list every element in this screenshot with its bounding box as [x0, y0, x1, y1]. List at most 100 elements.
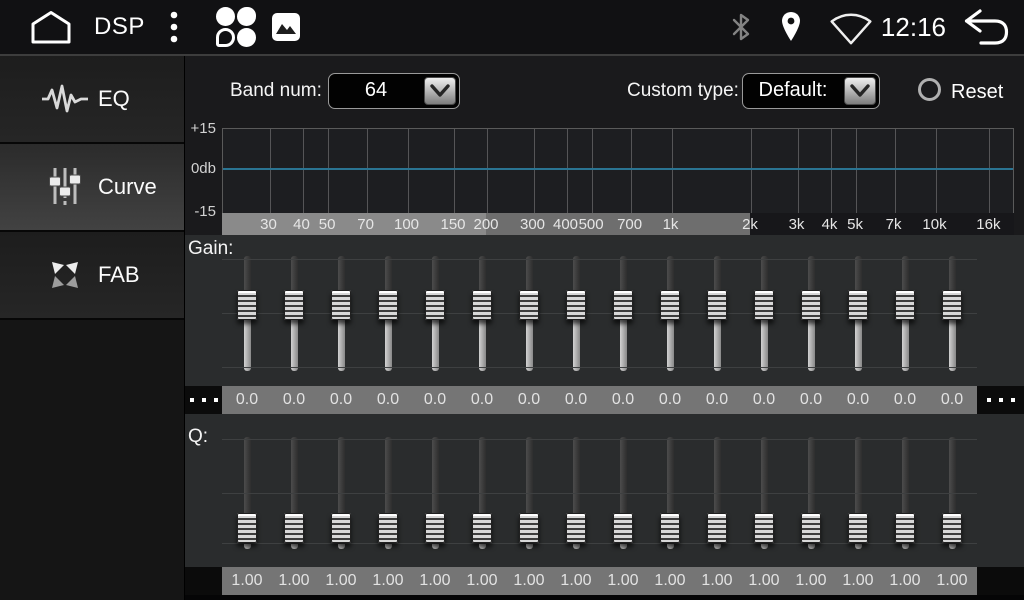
q-value: 1.00 [412, 567, 459, 595]
waveform-icon [42, 79, 88, 119]
gain-slider[interactable] [519, 256, 539, 371]
clover-petal [216, 7, 235, 26]
sidebar-item-label: Curve [98, 174, 157, 200]
back-arrow-icon[interactable] [960, 8, 1010, 46]
gain-slider[interactable] [378, 256, 398, 371]
clover-apps-icon[interactable] [215, 6, 257, 48]
gain-slider[interactable] [801, 256, 821, 371]
gain-slider[interactable] [566, 256, 586, 371]
grid-line [328, 129, 329, 213]
grid-line [222, 493, 977, 494]
grid-line [798, 129, 799, 213]
eq-curve-line [223, 168, 1013, 170]
fab-arrows-icon [42, 255, 88, 295]
grid-line [936, 129, 937, 213]
grid-line [895, 129, 896, 213]
q-value: 1.00 [365, 567, 412, 595]
band-num-value: 64 [329, 74, 423, 108]
gain-value: 0.0 [318, 386, 365, 414]
sidebar-item-curve[interactable]: Curve [0, 144, 184, 232]
home-icon[interactable] [26, 8, 76, 46]
gain-value: 0.0 [835, 386, 882, 414]
q-value: 1.00 [929, 567, 976, 595]
gain-slider[interactable] [331, 256, 351, 371]
grid-line [856, 129, 857, 213]
gain-slider[interactable] [707, 256, 727, 371]
freq-strip: 304050701001502003004005007001k2k3k4k5k7… [222, 213, 1014, 235]
q-value: 1.00 [224, 567, 271, 595]
freq-tick-label: 200 [473, 213, 498, 235]
freq-tick-label: 1k [663, 213, 679, 235]
sidebar-item-label: EQ [98, 86, 130, 112]
photo-icon[interactable] [272, 13, 300, 41]
gain-value: 0.0 [412, 386, 459, 414]
gain-value: 0.0 [459, 386, 506, 414]
gain-slider[interactable] [472, 256, 492, 371]
q-value: 1.00 [600, 567, 647, 595]
status-bar: DSP 12:16 [0, 0, 1024, 56]
gain-value: 0.0 [741, 386, 788, 414]
gain-slider[interactable] [848, 256, 868, 371]
band-num-select[interactable]: 64 [328, 73, 460, 109]
gain-slider[interactable] [942, 256, 962, 371]
gain-slider[interactable] [895, 256, 915, 371]
q-value: 1.00 [835, 567, 882, 595]
gain-value: 0.0 [694, 386, 741, 414]
grid-line [408, 129, 409, 213]
custom-type-select[interactable]: Default: [742, 73, 880, 109]
grid-line [222, 367, 977, 368]
gain-slider[interactable] [284, 256, 304, 371]
grid-line [367, 129, 368, 213]
gain-slider[interactable] [425, 256, 445, 371]
q-value: 1.00 [647, 567, 694, 595]
freq-tick-label: 50 [319, 213, 336, 235]
grid-line [567, 129, 568, 213]
q-values-left-cap [185, 567, 222, 595]
location-pin-icon [779, 11, 803, 43]
sliders-icon [42, 167, 88, 207]
sidebar-item-label: FAB [98, 262, 140, 288]
gain-slider[interactable] [754, 256, 774, 371]
sidebar-item-eq[interactable]: EQ [0, 56, 184, 144]
grid-line [592, 129, 593, 213]
q-value: 1.00 [459, 567, 506, 595]
gain-slider[interactable] [237, 256, 257, 371]
gain-more-left-button[interactable] [185, 386, 222, 414]
gain-value: 0.0 [271, 386, 318, 414]
q-value: 1.00 [694, 567, 741, 595]
chevron-down-icon[interactable] [424, 77, 456, 105]
gain-value: 0.0 [506, 386, 553, 414]
freq-tick-label: 150 [440, 213, 465, 235]
grid-line [831, 129, 832, 213]
q-values: 1.001.001.001.001.001.001.001.001.001.00… [222, 567, 977, 595]
band-num-label: Band num: [230, 80, 322, 102]
freq-tick-label: 30 [260, 213, 277, 235]
grid-line [672, 129, 673, 213]
clock: 12:16 [881, 12, 946, 43]
eq-plot [222, 128, 1014, 214]
app-title: DSP [94, 13, 145, 41]
main-panel: Band num: 64 Custom type: Default: Reset… [185, 56, 1024, 600]
gain-more-right-button[interactable] [977, 386, 1024, 414]
freq-tick-label: 2k [742, 213, 758, 235]
gain-slider[interactable] [613, 256, 633, 371]
gain-slider[interactable] [660, 256, 680, 371]
gain-value: 0.0 [600, 386, 647, 414]
sidebar-item-fab[interactable]: FAB [0, 232, 184, 320]
grid-line [270, 129, 271, 213]
grid-line [222, 259, 977, 260]
clover-petal [237, 7, 256, 26]
grid-line [751, 129, 752, 213]
gain-value: 0.0 [882, 386, 929, 414]
freq-tick-label: 300 [520, 213, 545, 235]
y-tick-label: 0db [185, 160, 216, 177]
clover-petal [237, 28, 256, 47]
reset-radio[interactable] [918, 78, 941, 101]
chevron-down-icon[interactable] [844, 77, 876, 105]
ellipsis-icon [977, 398, 1024, 402]
kebab-menu-icon[interactable] [169, 8, 179, 46]
grid-line [989, 129, 990, 213]
grid-line [631, 129, 632, 213]
freq-tick-label: 70 [357, 213, 374, 235]
q-value: 1.00 [882, 567, 929, 595]
